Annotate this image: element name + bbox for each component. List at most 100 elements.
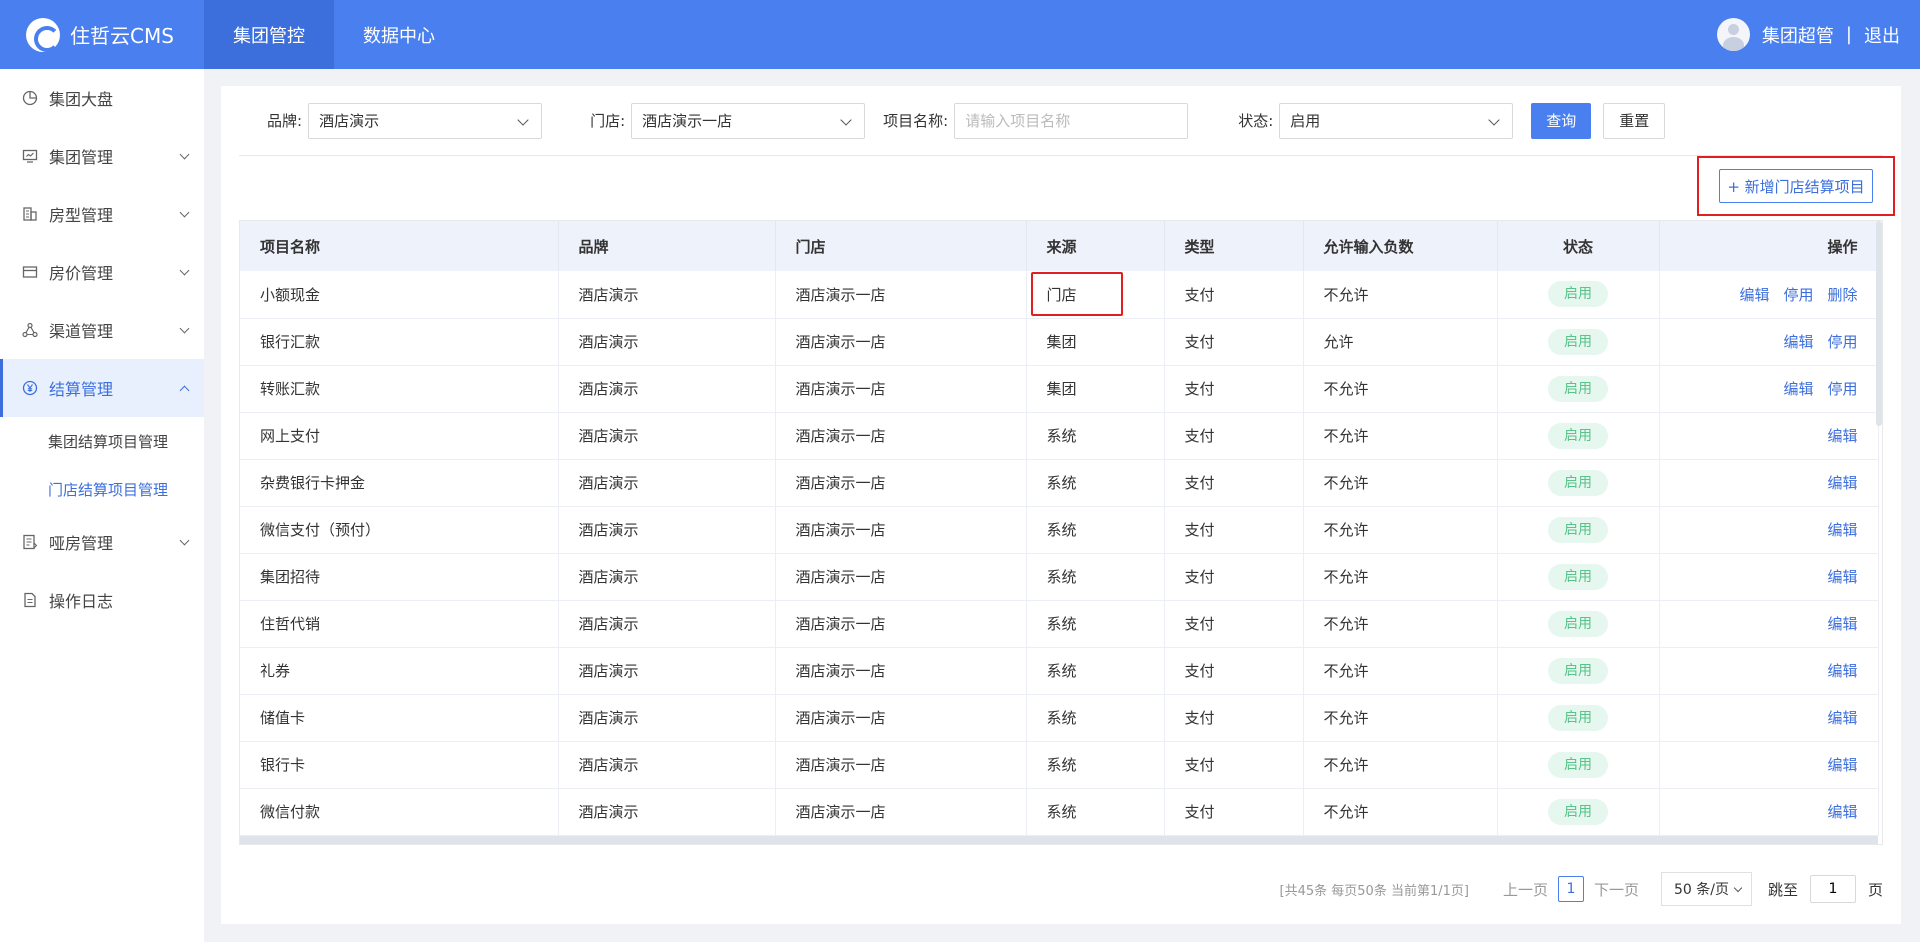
cell-store-text: 酒店演示一店 — [795, 333, 886, 351]
cell-negative: 不允许 — [1303, 788, 1498, 836]
edit-action-link[interactable]: 编辑 — [1827, 615, 1857, 633]
cell-brand: 酒店演示 — [558, 694, 776, 742]
cell-negative-text: 不允许 — [1323, 380, 1369, 398]
cell-status: 启用 — [1497, 788, 1660, 836]
prev-page-button[interactable]: 上一页 — [1503, 879, 1548, 900]
pagination-summary: [共45条 每页50条 当前第1/1页] — [1279, 883, 1469, 899]
cell-store-text: 酒店演示一店 — [795, 615, 886, 633]
edit-action-link[interactable]: 编辑 — [1827, 427, 1857, 445]
cell-store: 酒店演示一店 — [775, 600, 1027, 648]
disable-action-link[interactable]: 停用 — [1783, 286, 1813, 304]
cell-negative: 不允许 — [1303, 694, 1498, 742]
cell-source-text: 系统 — [1046, 756, 1077, 774]
column-header: 允许输入负数 — [1303, 221, 1498, 271]
cell-source-text: 集团 — [1046, 333, 1077, 351]
sidebar-item-dummy-room[interactable]: 哑房管理 — [0, 513, 204, 571]
user-name[interactable]: 集团超管 — [1762, 22, 1834, 48]
cell-source: 系统 — [1026, 600, 1165, 648]
cell-negative-text: 不允许 — [1323, 756, 1369, 774]
cell-name-text: 转账汇款 — [260, 380, 321, 398]
sidebar-item-group-management[interactable]: 集团管理 — [0, 127, 204, 185]
query-button[interactable]: 查询 — [1531, 102, 1592, 139]
sidebar-item-operation-log[interactable]: 操作日志 — [0, 571, 204, 629]
status-select[interactable]: 启用 — [1279, 102, 1514, 139]
cell-actions: 编辑 — [1659, 412, 1879, 460]
disable-action-link[interactable]: 停用 — [1827, 380, 1857, 398]
cell-status: 启用 — [1497, 459, 1660, 507]
disable-action-link[interactable]: 停用 — [1827, 333, 1857, 351]
status-label: 状态: — [1238, 112, 1274, 130]
edit-action-link[interactable]: 编辑 — [1827, 521, 1857, 539]
horizontal-scrollbar[interactable] — [240, 836, 1878, 844]
edit-action-link[interactable]: 编辑 — [1827, 756, 1857, 774]
chevron-down-icon — [179, 149, 190, 160]
table-row: 微信支付（预付） 酒店演示 酒店演示一店 系统 支付 不允许 启用 编辑 — [240, 506, 1879, 554]
cell-brand: 酒店演示 — [558, 553, 776, 601]
cell-type: 支付 — [1164, 506, 1304, 554]
edit-action-link[interactable]: 编辑 — [1827, 709, 1857, 727]
sidebar-item-label: 集团大盘 — [49, 90, 114, 109]
cell-type: 支付 — [1164, 788, 1304, 836]
cell-type: 支付 — [1164, 741, 1304, 789]
logout-link[interactable]: 退出 — [1864, 22, 1900, 48]
brand-select[interactable]: 酒店演示 — [308, 102, 543, 139]
cell-name: 银行卡 — [240, 741, 559, 789]
sidebar-item-settlement[interactable]: 结算管理 — [0, 359, 204, 417]
store-select[interactable]: 酒店演示一店 — [631, 102, 866, 139]
sidebar-subitem-store-settlement[interactable]: 门店结算项目管理 — [0, 465, 204, 513]
edit-action-link[interactable]: 编辑 — [1827, 474, 1857, 492]
cell-status: 启用 — [1497, 271, 1660, 319]
cell-status: 启用 — [1497, 506, 1660, 554]
cell-name-text: 微信付款 — [260, 803, 321, 821]
edit-action-link[interactable]: 编辑 — [1827, 568, 1857, 586]
avatar[interactable] — [1716, 18, 1750, 51]
cell-type: 支付 — [1164, 365, 1304, 413]
cell-actions: 编辑 停用 — [1659, 365, 1879, 413]
table-row: 网上支付 酒店演示 酒店演示一店 系统 支付 不允许 启用 编辑 — [240, 412, 1879, 460]
cell-actions: 编辑 停用 删除 — [1659, 271, 1879, 319]
sidebar-subitem-group-settlement[interactable]: 集团结算项目管理 — [0, 417, 204, 465]
status-badge: 启用 — [1548, 469, 1608, 496]
project-name-input[interactable] — [954, 102, 1189, 139]
table-row: 礼券 酒店演示 酒店演示一店 系统 支付 不允许 启用 编辑 — [240, 647, 1879, 695]
cell-brand-text: 酒店演示 — [578, 756, 639, 774]
cell-brand: 酒店演示 — [558, 647, 776, 695]
reset-button[interactable]: 重置 — [1603, 102, 1666, 139]
edit-action-link[interactable]: 编辑 — [1739, 286, 1769, 304]
cell-negative-text: 不允许 — [1323, 662, 1369, 680]
edit-action-link[interactable]: 编辑 — [1827, 662, 1857, 680]
next-page-button[interactable]: 下一页 — [1594, 879, 1639, 900]
sidebar-item-room-price[interactable]: 房价管理 — [0, 243, 204, 301]
cell-brand-text: 酒店演示 — [578, 427, 639, 445]
cell-type-text: 支付 — [1184, 521, 1215, 539]
page-size-select[interactable]: 50 条/页 — [1660, 872, 1752, 906]
cell-brand-text: 酒店演示 — [578, 380, 639, 398]
cell-brand: 酒店演示 — [558, 741, 776, 789]
table-row: 小额现金 酒店演示 酒店演示一店 门店 支付 不允许 启用 编辑 停用 删除 — [240, 271, 1879, 319]
cell-negative-text: 允许 — [1323, 333, 1354, 351]
sidebar-item-channel[interactable]: 渠道管理 — [0, 301, 204, 359]
edit-action-link[interactable]: 编辑 — [1827, 803, 1857, 821]
sidebar-item-room-type[interactable]: 房型管理 — [0, 185, 204, 243]
nav-group-control[interactable]: 集团管控 — [204, 0, 334, 69]
edit-action-link[interactable]: 编辑 — [1783, 380, 1813, 398]
app-logo[interactable]: 住哲云CMS — [0, 0, 204, 69]
cell-brand-text: 酒店演示 — [578, 568, 639, 586]
cell-type-text: 支付 — [1184, 427, 1215, 445]
jump-page-input[interactable] — [1809, 875, 1856, 903]
building-icon — [22, 206, 38, 222]
page-number-button[interactable]: 1 — [1557, 876, 1584, 902]
cell-source-text: 系统 — [1046, 568, 1077, 586]
cell-name-text: 小额现金 — [260, 285, 321, 304]
nav-data-center[interactable]: 数据中心 — [334, 0, 464, 69]
status-badge: 启用 — [1548, 704, 1608, 731]
delete-action-link[interactable]: 删除 — [1827, 286, 1857, 304]
status-badge: 启用 — [1548, 563, 1608, 590]
add-store-settlement-button[interactable]: + 新增门店结算项目 — [1719, 169, 1873, 203]
edit-action-link[interactable]: 编辑 — [1783, 333, 1813, 351]
sidebar-item-group-dashboard[interactable]: 集团大盘 — [0, 69, 204, 127]
vertical-scrollbar[interactable] — [1876, 221, 1882, 426]
cell-actions: 编辑 — [1659, 647, 1879, 695]
pagination: [共45条 每页50条 当前第1/1页] 上一页 1 下一页 50 条/页 跳至… — [1280, 871, 1883, 907]
cell-source-text: 系统 — [1046, 521, 1077, 539]
